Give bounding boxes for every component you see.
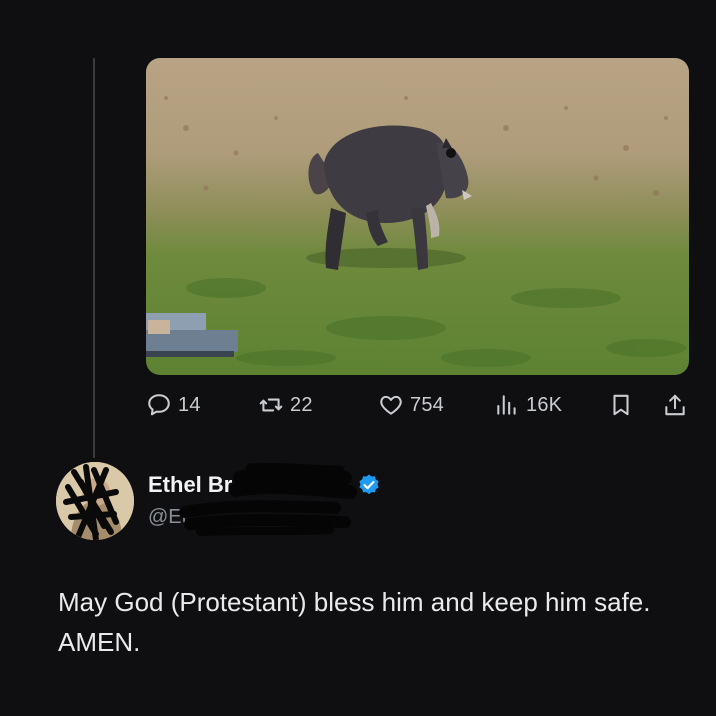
like-button[interactable]: 754 (378, 386, 444, 424)
post-action-bar: 14 22 754 16K (146, 386, 691, 424)
reply-text: May God (Protestant) bless him and keep … (58, 587, 651, 657)
views-count: 16K (526, 393, 563, 416)
heart-icon (380, 395, 402, 415)
share-button[interactable] (662, 386, 694, 424)
reply-count: 14 (178, 393, 201, 416)
reply-button[interactable]: 14 (146, 386, 201, 424)
post-media-image[interactable] (146, 58, 689, 375)
bookmark-button[interactable] (608, 386, 640, 424)
share-icon (665, 394, 685, 416)
timeline-thread: 14 22 754 16K Ethel Br @Et May God (Prot… (0, 0, 716, 716)
repost-icon (259, 398, 283, 412)
author-name[interactable]: Ethel Br (148, 472, 232, 498)
author-handle[interactable]: @Et (148, 506, 187, 529)
like-count: 754 (410, 393, 444, 416)
verified-badge-icon (359, 474, 379, 495)
reply-icon (148, 394, 170, 416)
views-button[interactable]: 16K (494, 386, 562, 424)
repost-button[interactable]: 22 (258, 386, 313, 424)
raccoon-photo (146, 58, 689, 375)
avatar[interactable] (56, 462, 134, 540)
views-icon (497, 395, 516, 415)
avatar-image (56, 462, 134, 540)
thread-connector-line (93, 58, 95, 458)
bookmark-icon (613, 394, 629, 416)
repost-count: 22 (290, 393, 313, 416)
